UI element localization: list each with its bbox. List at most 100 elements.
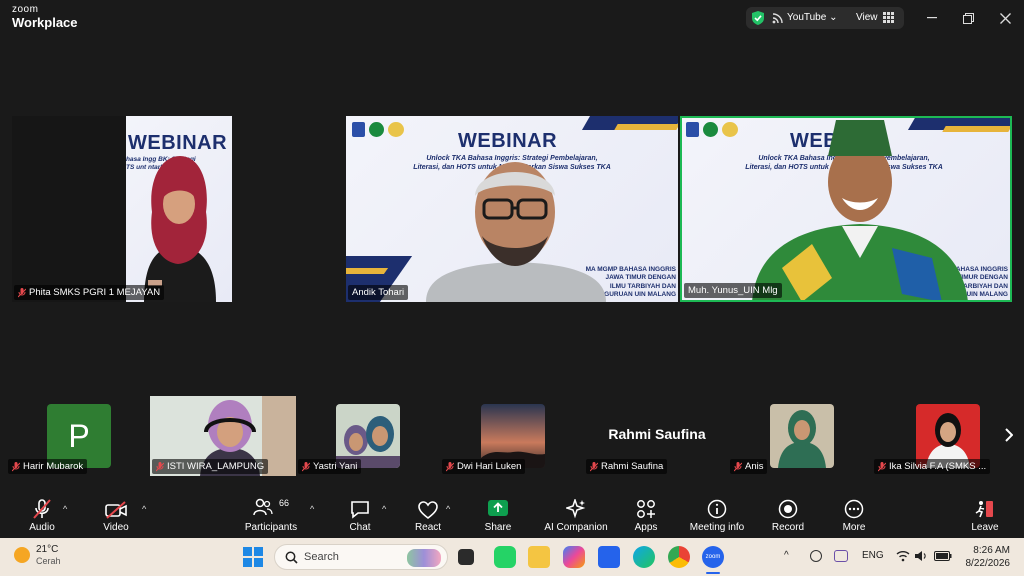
- tile-name-label: Anis: [730, 459, 768, 474]
- person-figure: [752, 120, 968, 300]
- chrome-icon[interactable]: [668, 546, 690, 568]
- start-button[interactable]: [242, 546, 264, 568]
- gallery-tile[interactable]: Yastri Yani: [296, 396, 436, 476]
- gallery-tile[interactable]: ISTI WIRA_LAMPUNG: [150, 396, 296, 476]
- tile-name-label: Muh. Yunus_UIN Mlg: [684, 283, 782, 298]
- mic-muted-icon: [590, 461, 598, 471]
- meeting-info-button[interactable]: Meeting info: [684, 490, 750, 538]
- chat-button[interactable]: Chat: [340, 490, 380, 538]
- mic-muted-icon: [33, 499, 51, 519]
- search-highlight-icon: [407, 549, 441, 567]
- video-off-icon: [105, 501, 127, 519]
- tile-name-label: Dwi Hari Luken: [442, 459, 526, 474]
- tray-app-icon[interactable]: [834, 550, 848, 562]
- mic-muted-icon: [156, 461, 164, 471]
- tile-name-label: Rahmi Saufina: [586, 459, 668, 474]
- mic-muted-icon: [734, 461, 742, 471]
- gallery-tile[interactable]: Dwi Hari Luken: [440, 396, 580, 476]
- chat-icon: [351, 501, 369, 519]
- share-icon: [488, 500, 508, 516]
- more-button[interactable]: More: [834, 490, 874, 538]
- tile-name-label: Andik Tohari: [348, 285, 409, 300]
- logo-row: [352, 122, 404, 137]
- react-options-caret[interactable]: ^: [446, 504, 450, 514]
- language-indicator[interactable]: ENG: [862, 550, 884, 561]
- audio-button[interactable]: Audio: [22, 490, 62, 538]
- record-icon: [778, 499, 798, 519]
- battery-icon[interactable]: [934, 551, 952, 561]
- react-button[interactable]: React: [408, 490, 448, 538]
- chat-options-caret[interactable]: ^: [382, 504, 386, 514]
- video-tile-yunus[interactable]: WEBINAR Unlock TKA Bahasa Inggris: Strat…: [680, 116, 1012, 302]
- sun-icon: [14, 546, 30, 563]
- gallery-tile[interactable]: Anis: [728, 396, 868, 476]
- wifi-icon[interactable]: [896, 550, 910, 562]
- video-options-caret[interactable]: ^: [142, 504, 146, 514]
- network-status-icon[interactable]: [810, 550, 822, 562]
- taskview-icon[interactable]: [458, 549, 474, 565]
- grid-view-icon[interactable]: [883, 12, 894, 23]
- mic-muted-icon: [302, 461, 310, 471]
- more-icon: [844, 499, 864, 519]
- logo-row: [686, 122, 738, 137]
- gallery-next-button[interactable]: [1000, 424, 1018, 446]
- tile-name-label: ISTI WIRA_LAMPUNG: [152, 459, 269, 474]
- chevron-right-icon: [1005, 428, 1013, 442]
- record-button[interactable]: Record: [768, 490, 808, 538]
- tile-name-label: Ika Silvia F.A (SMKS ...: [874, 459, 991, 474]
- leave-icon: [975, 501, 993, 518]
- gallery-tile[interactable]: P Harir Mubarok: [6, 396, 146, 476]
- minimize-icon: [927, 17, 937, 19]
- participants-icon: [253, 498, 273, 516]
- mic-muted-icon: [12, 461, 20, 471]
- apps-icon: [637, 500, 655, 518]
- participant-display-name: Rahmi Saufina: [608, 426, 706, 442]
- maximize-button[interactable]: [958, 8, 978, 28]
- chevron-down-icon: ⌄: [829, 12, 838, 23]
- app-logo: zoom Workplace: [12, 4, 78, 30]
- meeting-toolbar: Audio ^ Video ^ 66 Participants ^ Chat ^…: [0, 490, 1024, 538]
- video-tile-phita[interactable]: WEBINAR hasa Ingg BK: StrategiTS unt nta…: [12, 116, 232, 302]
- participants-options-caret[interactable]: ^: [310, 504, 314, 514]
- close-button[interactable]: [995, 8, 1015, 28]
- apps-button[interactable]: Apps: [626, 490, 666, 538]
- participant-video: [130, 152, 226, 302]
- participant-video: [406, 140, 626, 302]
- zoom-taskbar-icon[interactable]: zoom: [702, 546, 724, 568]
- person-figure: [426, 162, 606, 302]
- clock[interactable]: 8:26 AM 8/22/2026: [960, 544, 1011, 570]
- whatsapp-icon[interactable]: [494, 546, 516, 568]
- leave-button[interactable]: Leave: [964, 490, 1006, 538]
- volume-icon[interactable]: [914, 550, 928, 562]
- weather-widget[interactable]: 21°C Cerah: [14, 544, 61, 566]
- gallery-tile[interactable]: Ika Silvia F.A (SMKS ...: [872, 396, 996, 476]
- livestream-label[interactable]: YouTube ⌄: [787, 12, 837, 23]
- shield-icon[interactable]: [751, 10, 765, 26]
- taskbar-search[interactable]: Search: [274, 544, 448, 570]
- copilot-icon[interactable]: [563, 546, 585, 568]
- participants-button[interactable]: 66 Participants: [240, 490, 302, 538]
- title-bar: zoom Workplace YouTube ⌄ View: [0, 0, 1024, 36]
- person-figure: [144, 156, 216, 302]
- sparkle-icon: [566, 499, 586, 519]
- participant-video: [770, 404, 834, 468]
- tray-overflow-chevron[interactable]: ^: [784, 550, 789, 561]
- mic-muted-icon: [446, 461, 454, 471]
- participant-video: [742, 118, 972, 300]
- folder-icon[interactable]: [528, 546, 550, 568]
- store-icon[interactable]: [598, 546, 620, 568]
- ai-companion-button[interactable]: AI Companion: [540, 490, 612, 538]
- video-tile-andik[interactable]: WEBINAR Unlock TKA Bahasa Inggris: Strat…: [346, 116, 678, 302]
- edge-icon[interactable]: [633, 546, 655, 568]
- meeting-status-pill[interactable]: YouTube ⌄ View: [746, 7, 904, 29]
- minimize-button[interactable]: [922, 8, 942, 28]
- info-icon: [707, 499, 727, 519]
- tile-name-label: Harir Mubarok: [8, 459, 88, 474]
- gallery-tile[interactable]: Rahmi Saufina Rahmi Saufina: [584, 396, 724, 476]
- active-app-indicator: [706, 572, 720, 574]
- audio-options-caret[interactable]: ^: [63, 504, 67, 514]
- view-button[interactable]: View: [856, 12, 878, 23]
- share-button[interactable]: Share: [478, 490, 518, 538]
- restore-icon: [962, 12, 974, 24]
- video-button[interactable]: Video: [96, 490, 136, 538]
